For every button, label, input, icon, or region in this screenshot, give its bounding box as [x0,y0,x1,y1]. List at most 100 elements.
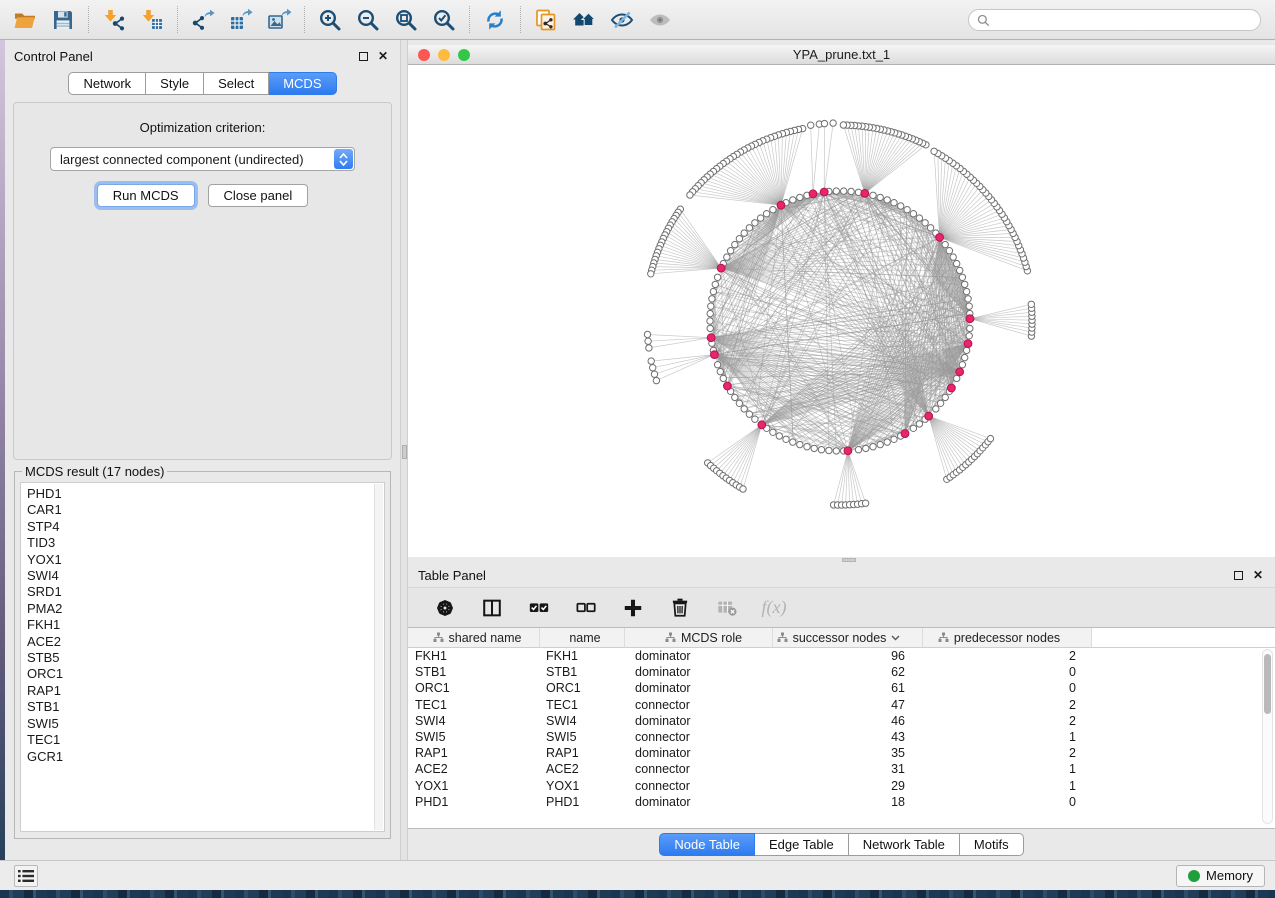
table-row[interactable]: RAP1RAP1dominator352 [408,745,1275,761]
graph-node[interactable] [808,122,814,128]
graph-node[interactable] [877,441,883,447]
mcds-result-item[interactable]: FKH1 [27,617,384,633]
graph-node[interactable] [653,377,659,383]
zoom-selected-button[interactable] [429,5,459,35]
table-row[interactable]: TEC1TEC1connector472 [408,697,1275,713]
cell-name[interactable]: YOX1 [540,779,625,793]
graph-node[interactable] [966,333,972,339]
graph-node[interactable] [950,254,956,260]
graph-node[interactable] [707,325,713,331]
graph-node[interactable] [804,444,810,450]
graph-node[interactable] [757,215,763,221]
mcds-result-item[interactable]: RAP1 [27,683,384,699]
table-scrollbar[interactable] [1262,649,1273,824]
graph-node[interactable] [752,416,758,422]
zoom-out-button[interactable] [353,5,383,35]
graph-node[interactable] [954,375,960,381]
graph-node[interactable] [1028,301,1034,307]
graph-node[interactable] [790,439,796,445]
mcds-hub-node[interactable] [809,190,817,198]
graph-node[interactable] [741,406,747,412]
window-minimize-icon[interactable] [438,49,450,61]
cell-mcds_role[interactable]: dominator [625,681,773,695]
horizontal-splitter[interactable] [408,557,1275,563]
graph-node[interactable] [776,433,782,439]
tab-edge-table[interactable]: Edge Table [755,833,849,856]
cell-shared_name[interactable]: ORC1 [408,681,540,695]
graph-node[interactable] [707,318,713,324]
column-header-successor-nodes[interactable]: successor nodes [773,628,923,648]
mcds-hub-node[interactable] [925,412,933,420]
graph-node[interactable] [709,296,715,302]
cell-name[interactable]: FKH1 [540,649,625,663]
cell-shared_name[interactable]: SWI5 [408,730,540,744]
graph-node[interactable] [891,200,897,206]
graph-node[interactable] [931,148,937,154]
mcds-hub-node[interactable] [777,201,785,209]
copy-network-button[interactable] [531,5,561,35]
graph-node[interactable] [959,362,965,368]
graph-node[interactable] [770,207,776,213]
mcds-result-item[interactable]: PMA2 [27,601,384,617]
graph-node[interactable] [959,274,965,280]
table-row[interactable]: PHD1PHD1dominator180 [408,794,1275,810]
graph-node[interactable] [770,429,776,435]
cell-predecessor_nodes[interactable]: 2 [923,714,1092,728]
cell-predecessor_nodes[interactable]: 2 [923,698,1092,712]
column-header-shared-name[interactable]: shared name [408,628,540,648]
cell-mcds_role[interactable]: dominator [625,795,773,809]
tab-motifs[interactable]: Motifs [960,833,1024,856]
cell-predecessor_nodes[interactable]: 2 [923,746,1092,760]
graph-node[interactable] [848,188,854,194]
deselect-all-button[interactable] [573,595,599,621]
cell-shared_name[interactable]: SWI4 [408,714,540,728]
add-row-button[interactable] [620,595,646,621]
table-row[interactable]: SWI5SWI5connector431 [408,729,1275,745]
table-scrollbar-thumb[interactable] [1264,654,1271,714]
graph-node[interactable] [821,120,827,126]
cell-mcds_role[interactable]: connector [625,698,773,712]
window-close-icon[interactable] [418,49,430,61]
cell-mcds_role[interactable]: connector [625,779,773,793]
graph-node[interactable] [855,447,861,453]
mcds-result-item[interactable]: ORC1 [27,666,384,682]
delete-row-button[interactable] [667,595,693,621]
graph-node[interactable] [987,435,993,441]
cell-shared_name[interactable]: YOX1 [408,779,540,793]
graph-node[interactable] [746,411,752,417]
graph-node[interactable] [646,345,652,351]
graph-node[interactable] [645,338,651,344]
splitter-grip[interactable] [402,445,407,459]
graph-node[interactable] [763,211,769,217]
tab-style[interactable]: Style [146,72,204,95]
graph-node[interactable] [714,362,720,368]
table-row[interactable]: ACE2ACE2connector311 [408,761,1275,777]
graph-node[interactable] [833,188,839,194]
export-network-button[interactable] [188,5,218,35]
mcds-result-item[interactable]: CAR1 [27,502,384,518]
mcds-result-item[interactable]: ACE2 [27,634,384,650]
cell-shared_name[interactable]: STB1 [408,665,540,679]
cell-predecessor_nodes[interactable]: 1 [923,779,1092,793]
graph-node[interactable] [833,448,839,454]
export-table-button[interactable] [226,5,256,35]
graph-node[interactable] [818,447,824,453]
graph-node[interactable] [740,486,746,492]
cell-name[interactable]: TEC1 [540,698,625,712]
tab-network[interactable]: Network [68,72,146,95]
graph-node[interactable] [942,394,948,400]
cell-mcds_role[interactable]: dominator [625,714,773,728]
graph-node[interactable] [963,288,969,294]
cell-mcds_role[interactable]: dominator [625,649,773,663]
graph-node[interactable] [648,271,654,277]
graph-node[interactable] [732,394,738,400]
delete-table-button[interactable] [714,595,740,621]
cell-shared_name[interactable]: RAP1 [408,746,540,760]
mcds-hub-node[interactable] [936,234,944,242]
graph-node[interactable] [736,236,742,242]
graph-node[interactable] [916,215,922,221]
cell-name[interactable]: SWI4 [540,714,625,728]
graph-node[interactable] [916,421,922,427]
float-panel-icon[interactable] [1234,571,1243,580]
cell-shared_name[interactable]: TEC1 [408,698,540,712]
